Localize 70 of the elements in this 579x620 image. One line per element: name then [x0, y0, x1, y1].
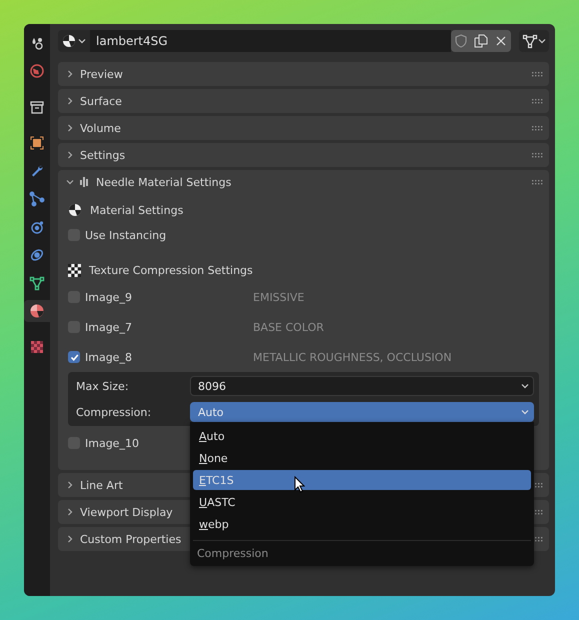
copy-icon: [474, 34, 488, 48]
image-name: Image_9: [85, 290, 132, 304]
image-name: Image_10: [85, 436, 139, 450]
checkbox[interactable]: [68, 351, 80, 363]
texture-type-label: BASE COLOR: [253, 320, 324, 334]
panel-title[interactable]: Line Art: [80, 478, 123, 492]
checker-icon: [68, 264, 81, 276]
triangle-icon: [522, 33, 538, 49]
panel-title[interactable]: Viewport Display: [80, 506, 173, 518]
field-label: Max Size:: [75, 380, 130, 392]
globe-icon: [29, 63, 45, 79]
sphere-icon: [68, 203, 82, 217]
caret-icon: [78, 38, 86, 44]
drag-handle-icon[interactable]: [532, 152, 543, 158]
section-heading: Material Settings: [90, 204, 184, 216]
chevron-down-icon[interactable]: [66, 178, 74, 186]
caret-icon: [538, 38, 546, 44]
close-icon: [496, 36, 506, 46]
unlink-button[interactable]: [491, 30, 511, 52]
caret-icon: [521, 409, 529, 415]
caret-icon: [521, 383, 529, 389]
image-name: Image_8: [85, 350, 132, 364]
chevron-right-icon[interactable]: [66, 481, 74, 489]
chevron-right-icon[interactable]: [66, 151, 74, 159]
sphere-icon: [62, 34, 76, 48]
section-heading: Texture Compression Settings: [89, 264, 253, 276]
chevron-right-icon[interactable]: [66, 508, 74, 516]
chevron-right-icon[interactable]: [66, 124, 74, 132]
mouse-cursor-icon: [294, 476, 305, 493]
texture-type-label: EMISSIVE: [253, 290, 304, 304]
panel-title[interactable]: Volume: [80, 122, 121, 134]
menu-option[interactable]: None: [193, 448, 531, 468]
drag-handle-icon[interactable]: [532, 510, 543, 514]
image-name: Image_7: [85, 320, 132, 334]
panel-title[interactable]: Surface: [80, 94, 122, 108]
panel-title[interactable]: Custom Properties: [80, 532, 182, 546]
nodes-icon: [29, 191, 45, 207]
drag-handle-icon[interactable]: [532, 482, 543, 488]
chevron-right-icon[interactable]: [66, 70, 74, 78]
triangle-icon: [29, 275, 45, 291]
orbit-icon: [29, 219, 45, 235]
checkbox-label: Use Instancing: [85, 228, 166, 242]
max-size-dropdown[interactable]: 8096: [190, 376, 534, 396]
drag-handle-icon[interactable]: [532, 72, 543, 76]
chevron-right-icon[interactable]: [66, 535, 74, 543]
checker-icon: [29, 339, 45, 355]
drag-handle-icon[interactable]: [532, 180, 543, 184]
texture-type-label: METALLIC ROUGHNESS, OCCLUSION: [253, 350, 452, 364]
panel-title[interactable]: Preview: [80, 68, 123, 80]
properties-tab[interactable]: [24, 300, 50, 322]
drag-handle-icon[interactable]: [532, 126, 543, 130]
menu-option[interactable]: Auto: [193, 426, 531, 446]
drag-handle-icon[interactable]: [532, 536, 543, 542]
fake-user-button[interactable]: [451, 30, 471, 52]
menu-option[interactable]: UASTC: [193, 492, 531, 512]
field-label: Compression:: [75, 406, 152, 418]
material-name-field[interactable]: lambert4SG: [90, 30, 451, 52]
shield-icon: [455, 34, 467, 48]
menu-option[interactable]: ETC1S: [193, 470, 531, 490]
menu-footer-label: Compression: [193, 540, 531, 560]
node-link-dropdown[interactable]: [519, 30, 549, 52]
menu-option[interactable]: webp: [193, 514, 531, 534]
square-icon: [29, 135, 45, 151]
panel-title[interactable]: Needle Material Settings: [96, 176, 232, 188]
sphere-icon: [29, 303, 45, 319]
material-browse-button[interactable]: [58, 30, 90, 52]
archive-box-icon: [29, 99, 45, 115]
panel-title[interactable]: Settings: [80, 148, 126, 162]
chevron-right-icon[interactable]: [66, 97, 74, 105]
drag-handle-icon[interactable]: [532, 98, 543, 104]
